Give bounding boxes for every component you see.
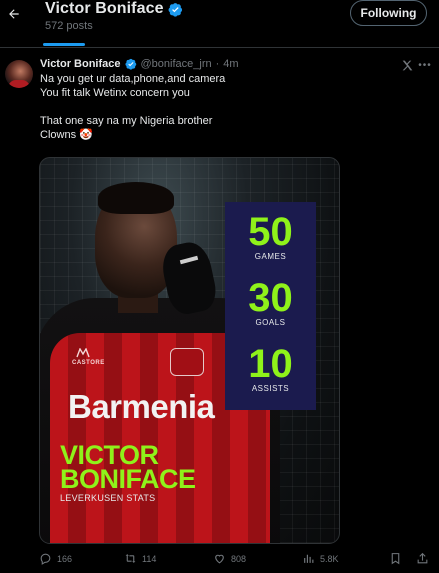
profile-name: Victor Boniface bbox=[45, 0, 164, 17]
grok-icon[interactable] bbox=[401, 59, 414, 72]
repost-button[interactable]: 114 bbox=[124, 552, 156, 565]
kit-maker-label: CASTORE bbox=[72, 360, 105, 366]
tweet-actions: 166 114 808 5.8K bbox=[0, 549, 439, 569]
reply-count: 166 bbox=[57, 553, 73, 564]
author-handle[interactable]: @boniface_jrn bbox=[141, 58, 212, 70]
verified-badge-icon bbox=[124, 58, 136, 70]
active-tab-indicator bbox=[43, 43, 85, 46]
following-button[interactable]: Following bbox=[350, 0, 427, 26]
stat-value: 10 bbox=[248, 342, 293, 386]
like-button[interactable]: 808 bbox=[213, 552, 246, 565]
avatar[interactable] bbox=[5, 60, 33, 88]
top-bar: Victor Boniface 572 posts Following bbox=[0, 0, 439, 47]
stat-label: GOALS bbox=[255, 318, 286, 327]
share-icon bbox=[417, 552, 428, 564]
more-options-icon[interactable]: ••• bbox=[418, 59, 431, 71]
heart-icon bbox=[215, 554, 224, 564]
tweet-header: Victor Boniface @boniface_jrn · 4m bbox=[40, 58, 239, 70]
caption-subtitle: LEVERKUSEN STATS bbox=[60, 493, 156, 503]
bookmark-button[interactable] bbox=[389, 552, 402, 565]
share-button[interactable] bbox=[416, 552, 429, 565]
tweet-time[interactable]: 4m bbox=[223, 58, 238, 70]
player-last-name: BONIFACE bbox=[60, 464, 196, 494]
arrow-left-icon bbox=[9, 9, 19, 19]
dot-separator: · bbox=[215, 58, 220, 70]
reply-button[interactable]: 166 bbox=[39, 552, 72, 565]
stat-games: 50 GAMES bbox=[225, 212, 316, 261]
author-name[interactable]: Victor Boniface bbox=[40, 58, 121, 70]
verified-badge-icon bbox=[168, 2, 182, 17]
castore-logo-icon bbox=[76, 348, 90, 358]
bookmark-icon bbox=[391, 553, 400, 565]
page-title: Victor Boniface bbox=[45, 0, 183, 18]
stats-panel: 50 GAMES 30 GOALS 10 ASSISTS bbox=[225, 202, 316, 410]
view-count: 5.8K bbox=[320, 553, 339, 564]
header-divider bbox=[0, 47, 439, 48]
posts-count: 572 posts bbox=[45, 20, 93, 32]
tweet-text: Na you get ur data,phone,and camera You … bbox=[40, 73, 226, 141]
tweet-media-image[interactable]: CASTORE Barmenia 50 GAMES 30 GOALS 10 AS… bbox=[39, 157, 340, 544]
reply-icon bbox=[40, 553, 51, 565]
stat-label: GAMES bbox=[254, 252, 287, 261]
repost-count: 114 bbox=[142, 553, 157, 564]
profile-header: Victor Boniface 572 posts bbox=[45, 0, 183, 32]
stat-value: 50 bbox=[248, 210, 293, 254]
stat-value: 30 bbox=[248, 276, 293, 320]
stat-goals: 30 GOALS bbox=[225, 278, 316, 327]
analytics-icon bbox=[304, 554, 314, 563]
repost-icon bbox=[125, 554, 136, 563]
stat-assists: 10 ASSISTS bbox=[225, 344, 316, 393]
like-count: 808 bbox=[231, 553, 247, 564]
club-crest-icon bbox=[170, 348, 204, 376]
back-button[interactable] bbox=[4, 4, 24, 24]
player-name-caption: VICTOR BONIFACE bbox=[60, 442, 196, 494]
views-button[interactable]: 5.8K bbox=[302, 552, 339, 565]
stat-label: ASSISTS bbox=[251, 384, 290, 393]
sponsor-text: Barmenia bbox=[68, 388, 215, 425]
